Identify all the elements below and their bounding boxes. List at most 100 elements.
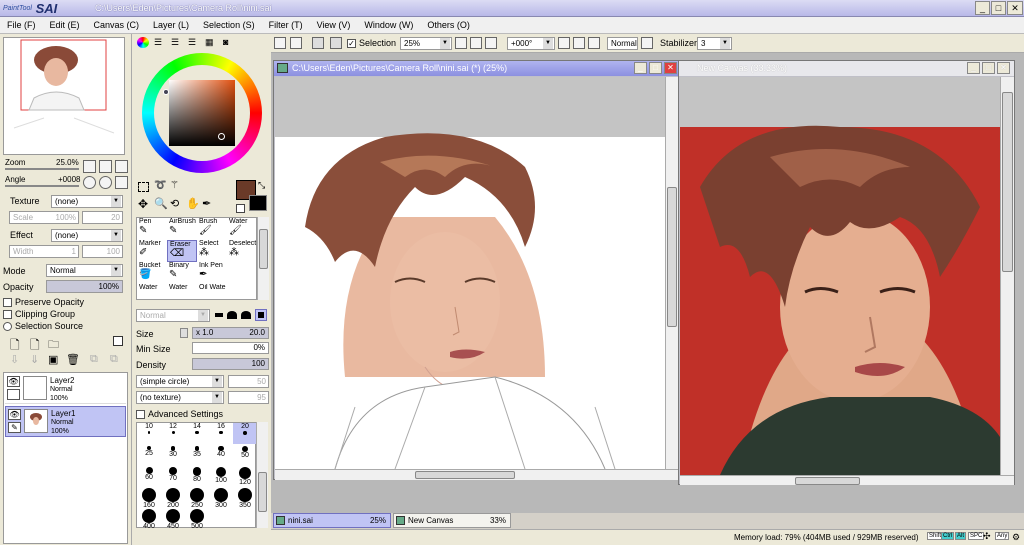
doc1-canvas[interactable] — [275, 77, 665, 469]
brush-size-cell[interactable]: 200 — [161, 486, 185, 509]
brush-mode-dropdown[interactable]: Normal — [136, 309, 210, 322]
brush-size-cell[interactable]: 400 — [137, 507, 161, 530]
effect-width-num[interactable]: 100 — [82, 245, 123, 258]
zoom-minus-button[interactable] — [455, 37, 467, 49]
oil-water-tool[interactable]: Oil Wate — [197, 284, 227, 300]
brush-size-cell[interactable]: 450 — [161, 507, 185, 530]
brush-size-cell[interactable]: 16 — [209, 423, 233, 444]
color-wheel-tab-icon[interactable] — [137, 37, 149, 48]
menu-canvas[interactable]: Canvas (C) — [87, 17, 147, 34]
rotate-reset-button[interactable] — [115, 176, 128, 189]
doc2-close-button[interactable]: ✕ — [997, 62, 1010, 74]
rect-select-icon[interactable] — [138, 182, 149, 192]
zoom-dropdown[interactable]: 25% — [400, 37, 452, 50]
tab-new-canvas[interactable]: New Canvas 33% — [393, 513, 511, 528]
menu-filter[interactable]: Filter (T) — [262, 17, 310, 34]
opacity-slider[interactable]: 100% — [46, 280, 123, 293]
selection-toggle[interactable]: ✓ Selection — [347, 38, 396, 49]
deselect-button[interactable] — [312, 37, 324, 49]
scrollbar-thumb[interactable] — [667, 187, 677, 327]
eraser-tool[interactable]: Eraser ⌫ — [167, 240, 197, 262]
texture-dropdown[interactable]: (none) — [51, 195, 123, 208]
rotate-right-button[interactable] — [99, 176, 112, 189]
select-tool[interactable]: Select ⁂ — [197, 240, 227, 262]
secondary-color-swatch[interactable] — [249, 195, 267, 211]
menu-selection[interactable]: Selection (S) — [196, 17, 262, 34]
density-slider[interactable]: 100 — [192, 358, 269, 370]
eye-icon[interactable]: 👁 — [8, 409, 21, 420]
minsize-slider[interactable]: 0% — [192, 342, 269, 354]
brush-tool[interactable]: Brush 🖌 — [197, 218, 227, 240]
brush-size-cell[interactable]: 50 — [233, 444, 257, 465]
hsv-slider-tab-icon[interactable]: ☰ — [171, 37, 179, 48]
merge-visible-icon[interactable]: ⧉ — [90, 353, 98, 366]
minimize-button[interactable]: _ — [975, 1, 990, 15]
menu-others[interactable]: Others (O) — [420, 17, 477, 34]
tip-square-icon[interactable] — [255, 309, 267, 321]
brush-size-cell[interactable]: 60 — [137, 465, 161, 486]
brush-size-cell[interactable]: 250 — [185, 486, 209, 509]
hue-picker-cursor[interactable] — [163, 89, 169, 95]
scrollbar-thumb[interactable] — [795, 477, 860, 485]
binary-tool[interactable]: Binary ✎ — [167, 262, 197, 284]
brush-size-cell[interactable]: 30 — [161, 444, 185, 465]
blend-mode-dropdown[interactable]: Normal — [46, 264, 123, 277]
swatches-tab-icon[interactable]: ▦ — [205, 37, 214, 48]
doc1-close-button[interactable]: ✕ — [664, 62, 677, 74]
clipping-group-option[interactable]: Clipping Group — [3, 309, 75, 320]
tip-round-icon[interactable] — [227, 311, 237, 319]
effect-dropdown[interactable]: (none) — [51, 229, 123, 242]
layer-mask-icon[interactable] — [113, 336, 123, 346]
water2-tool[interactable]: Water — [137, 284, 167, 300]
scrollbar-thumb[interactable] — [258, 472, 267, 512]
brush-shape-dropdown[interactable]: (simple circle) — [136, 375, 224, 388]
brush-size-cell[interactable]: 40 — [209, 444, 233, 465]
undo-button[interactable] — [274, 37, 286, 49]
zoom-reset-button[interactable] — [115, 160, 128, 173]
bucket-tool[interactable]: Bucket 🪣 — [137, 262, 167, 284]
color-square[interactable] — [169, 80, 235, 146]
doc2-maximize-button[interactable]: □ — [982, 62, 995, 74]
preserve-opacity-checkbox[interactable] — [3, 298, 12, 308]
selection-source-option[interactable]: Selection Source — [3, 321, 83, 332]
delete-layer-icon[interactable]: 🗑 — [66, 353, 80, 366]
doc1-vscrollbar[interactable] — [665, 77, 678, 469]
brush-size-cell[interactable]: 70 — [161, 465, 185, 486]
settings-icon[interactable]: ⚙ — [1012, 532, 1020, 543]
zoom-out-button[interactable] — [83, 160, 96, 173]
clear-layer-icon[interactable]: ▣ — [48, 353, 58, 366]
tab-nini[interactable]: nini.sai 25% — [273, 513, 391, 528]
advanced-settings-option[interactable]: Advanced Settings — [136, 409, 223, 420]
scrollbar-thumb[interactable] — [415, 471, 515, 479]
redo-button[interactable] — [290, 37, 302, 49]
doc2-canvas[interactable] — [680, 77, 1000, 475]
zoom-fit-button[interactable] — [485, 37, 497, 49]
color-picker-cursor[interactable] — [218, 133, 225, 140]
brush-size-cell[interactable]: 100 — [209, 465, 233, 486]
maximize-button[interactable]: □ — [991, 1, 1006, 15]
layer-row-selected[interactable]: 👁 ✎ Layer1 Normal 100% — [5, 406, 126, 437]
marker-tool[interactable]: Marker ✐ — [137, 240, 167, 262]
brush-size-cell[interactable]: 300 — [209, 486, 233, 509]
color-wheel[interactable] — [142, 53, 262, 173]
canvas-mode-field[interactable]: Normal — [607, 37, 638, 50]
water3-tool[interactable]: Water — [167, 284, 197, 300]
rotate-left-button[interactable] — [83, 176, 96, 189]
swap-colors-icon[interactable]: ⤡ — [258, 180, 265, 191]
brush-size-cell[interactable]: 25 — [137, 444, 161, 465]
brush-size-scrollbar[interactable] — [256, 422, 268, 528]
angle-dropdown[interactable]: +000° — [507, 37, 555, 50]
brush-size-cell[interactable]: 500 — [185, 507, 209, 530]
invert-selection-button[interactable] — [330, 37, 342, 49]
lasso-icon[interactable]: ➰ — [154, 180, 166, 191]
deselect-tool[interactable]: Deselect ⁂ — [227, 240, 257, 262]
brush-texture-dropdown[interactable]: (no texture) — [136, 391, 224, 404]
menu-edit[interactable]: Edit (E) — [43, 17, 87, 34]
zoom-plus-button[interactable] — [470, 37, 482, 49]
brush-size-cell[interactable]: 80 — [185, 465, 209, 486]
size-slider[interactable]: x 1.0 20.0 — [192, 327, 269, 339]
preserve-opacity-option[interactable]: Preserve Opacity — [3, 297, 84, 308]
zoom-icon[interactable]: 🔍 — [154, 197, 168, 210]
brush-texture-num[interactable]: 95 — [228, 391, 269, 404]
brush-size-cell[interactable]: 350 — [233, 486, 257, 509]
